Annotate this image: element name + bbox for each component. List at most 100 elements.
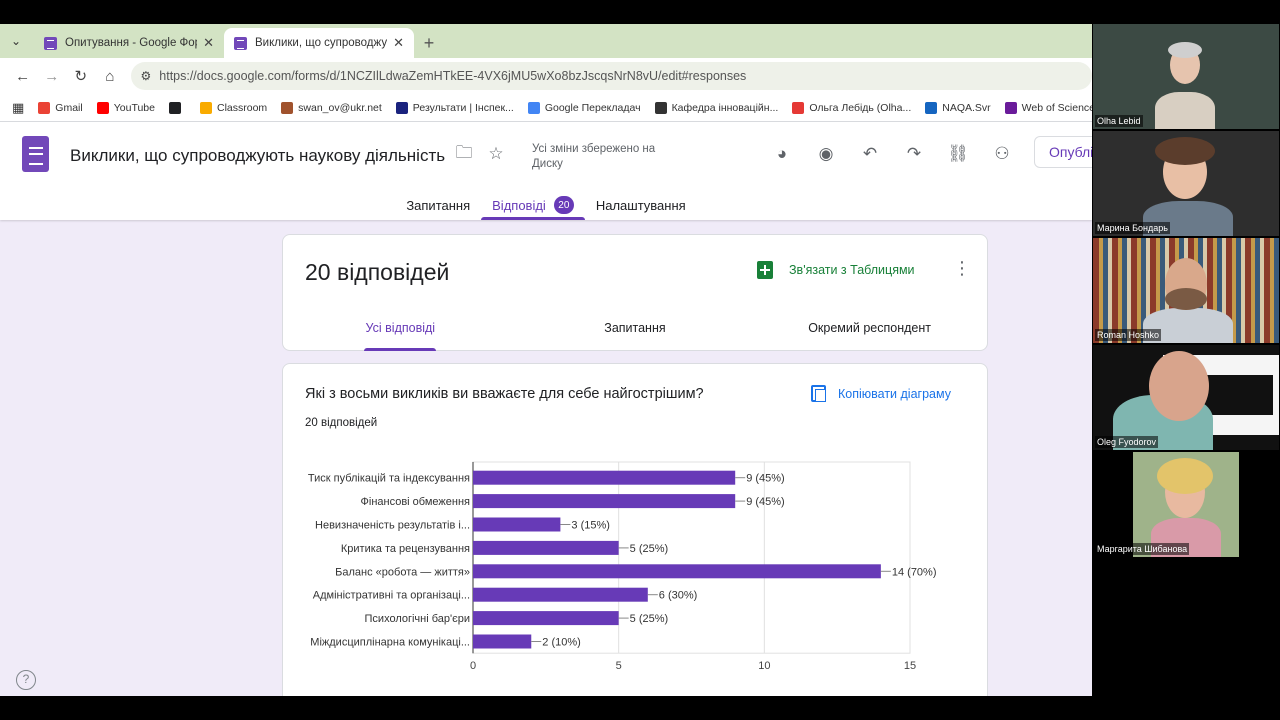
- bookmark-label: NAQA.Svr: [942, 101, 991, 114]
- browser-tab-survey[interactable]: Опитування - Google Форми ✕: [34, 28, 224, 58]
- star-icon[interactable]: ☆: [484, 142, 508, 166]
- tab-questions[interactable]: Запитання: [395, 190, 481, 220]
- bookmark-favicon-icon: [395, 101, 408, 114]
- participant-tile[interactable]: Olha Lebid: [1093, 24, 1279, 129]
- bookmark-item[interactable]: Ольга Лебідь (Olha...: [792, 101, 911, 114]
- browser-toolbar: ← → ↻ ⌂ ⚙ https://docs.google.com/forms/…: [0, 58, 1092, 94]
- data-label: 5 (25%): [630, 543, 669, 555]
- copy-chart-button[interactable]: Копіювати діаграму: [811, 385, 951, 402]
- tab-title: Опитування - Google Форми: [65, 37, 197, 49]
- participant-name: Марина Бондарь: [1095, 222, 1170, 234]
- video-call-panel: Olha Lebid Марина Бондарь Roman Hoshko O…: [1092, 24, 1280, 720]
- participant-name: Маргарита Шибанова: [1095, 543, 1190, 555]
- chevron-down-icon: ⌄: [10, 34, 22, 48]
- x-tick-label: 15: [904, 660, 916, 672]
- category-label: Баланс «робота — життя»: [335, 566, 470, 578]
- bar: [473, 587, 648, 602]
- bookmark-label: YouTube: [113, 101, 155, 114]
- copy-chart-label: Копіювати діаграму: [838, 386, 951, 401]
- palette-icon[interactable]: ◕: [770, 142, 794, 166]
- bookmark-item[interactable]: Результати | Інспек...: [395, 101, 514, 114]
- bookmark-label: swan_ov@ukr.net: [298, 101, 382, 114]
- forms-logo-icon[interactable]: [22, 136, 49, 172]
- apps-icon[interactable]: ▦: [12, 100, 24, 116]
- tab-label: Запитання: [406, 197, 471, 213]
- tab-label: Відповіді: [492, 197, 546, 213]
- participant-tile[interactable]: Марина Бондарь: [1093, 131, 1279, 236]
- responses-count-title: 20 відповідей: [305, 259, 450, 285]
- bookmark-item[interactable]: [168, 101, 186, 114]
- tab-settings[interactable]: Налаштування: [585, 190, 697, 220]
- question-summary-card: Які з восьми викликів ви вважаєте для се…: [282, 363, 988, 696]
- data-label: 3 (15%): [571, 520, 610, 532]
- x-tick-label: 0: [470, 660, 476, 672]
- responses-count-badge: 20: [553, 196, 574, 214]
- address-bar[interactable]: ⚙ https://docs.google.com/forms/d/1NCZIl…: [130, 62, 1092, 90]
- site-settings-icon[interactable]: ⚙: [141, 69, 152, 83]
- new-tab-button[interactable]: +: [414, 28, 444, 58]
- undo-icon[interactable]: ↶: [858, 142, 882, 166]
- bookmark-item[interactable]: Web of Science Cor...: [1004, 101, 1092, 114]
- participant-name: Oleg Fyodorov: [1095, 436, 1159, 448]
- bookmark-item[interactable]: NAQA.Svr: [925, 101, 991, 114]
- add-collaborator-icon[interactable]: ⚇: [990, 142, 1014, 166]
- participant-tile[interactable]: Oleg Fyodorov: [1093, 345, 1279, 450]
- bookmark-item[interactable]: Google Перекладач: [527, 101, 641, 114]
- forward-button[interactable]: →: [37, 61, 66, 91]
- close-tab-icon[interactable]: ✕: [203, 35, 214, 51]
- home-button[interactable]: ⌂: [95, 61, 124, 91]
- subtab-question[interactable]: Запитання: [518, 315, 753, 351]
- link-to-sheets-button[interactable]: Зв'язати з Таблицями: [757, 261, 915, 279]
- bookmark-favicon-icon: [654, 101, 667, 114]
- category-label: Адміністративні та організаці...: [313, 590, 470, 602]
- bar: [473, 611, 619, 626]
- bookmarks-bar: ▦ Gmail YouTube Classroom swan_ov@ukr.net Ре…: [0, 94, 1092, 122]
- form-title[interactable]: Виклики, що супроводжують наукову діяльн…: [70, 146, 445, 166]
- subtab-summary[interactable]: Усі відповіді: [283, 315, 518, 351]
- subtab-individual[interactable]: Окремий респондент: [752, 315, 987, 351]
- close-tab-icon[interactable]: ✕: [393, 35, 404, 51]
- bookmark-favicon-icon: [96, 101, 109, 114]
- tab-responses[interactable]: Відповіді 20: [481, 190, 585, 220]
- data-label: 5 (25%): [630, 613, 669, 625]
- tab-search-button[interactable]: ⌄: [4, 29, 28, 53]
- url-text: https://docs.google.com/forms/d/1NCZIlLd…: [159, 69, 747, 83]
- category-label: Критика та рецензування: [341, 543, 470, 555]
- responses-sub-tabs: Усі відповіді Запитання Окремий респонде…: [283, 315, 987, 351]
- bookmark-label: Classroom: [216, 101, 268, 114]
- bookmark-item[interactable]: Кафедра інноваційн...: [654, 101, 779, 114]
- data-label: 2 (10%): [542, 637, 581, 649]
- category-label: Психологічні бар'єри: [365, 613, 470, 625]
- responses-summary-card: 20 відповідей Зв'язати з Таблицями ⋮ Усі…: [282, 234, 988, 351]
- data-label: 6 (30%): [659, 590, 698, 602]
- participant-tile[interactable]: Маргарита Шибанова: [1093, 452, 1279, 557]
- browser-tab-challenges[interactable]: Виклики, що супроводжують н ✕: [224, 28, 414, 58]
- bookmark-label: Кафедра інноваційн...: [671, 101, 779, 114]
- participant-tile[interactable]: Roman Hoshko: [1093, 238, 1279, 343]
- bookmark-item[interactable]: YouTube: [96, 101, 155, 114]
- redo-icon[interactable]: ↷: [902, 142, 926, 166]
- bookmark-item[interactable]: Gmail: [38, 101, 83, 114]
- folder-icon[interactable]: 🗀: [452, 142, 476, 166]
- publish-button[interactable]: Опублі: [1034, 136, 1092, 168]
- preview-eye-icon[interactable]: ◉: [814, 142, 838, 166]
- question-response-count: 20 відповідей: [305, 417, 378, 429]
- bar: [473, 517, 561, 532]
- back-button[interactable]: ←: [8, 61, 37, 91]
- bookmark-item[interactable]: Classroom: [199, 101, 268, 114]
- more-vert-icon[interactable]: ⋮: [953, 259, 971, 277]
- bar: [473, 470, 736, 485]
- forms-favicon-icon: [44, 36, 57, 50]
- reload-button[interactable]: ↻: [66, 61, 95, 91]
- bookmark-item[interactable]: swan_ov@ukr.net: [281, 101, 382, 114]
- data-label: 9 (45%): [746, 473, 785, 485]
- x-tick-label: 10: [758, 660, 770, 672]
- link-icon[interactable]: ⛓: [946, 142, 970, 166]
- category-label: Фінансові обмеження: [361, 496, 471, 508]
- data-label: 14 (70%): [892, 566, 937, 578]
- bar: [473, 494, 736, 509]
- copy-icon: [811, 385, 826, 402]
- tab-title: Виклики, що супроводжують н: [255, 37, 388, 49]
- help-icon[interactable]: ?: [16, 670, 36, 690]
- sheets-icon: [757, 261, 773, 279]
